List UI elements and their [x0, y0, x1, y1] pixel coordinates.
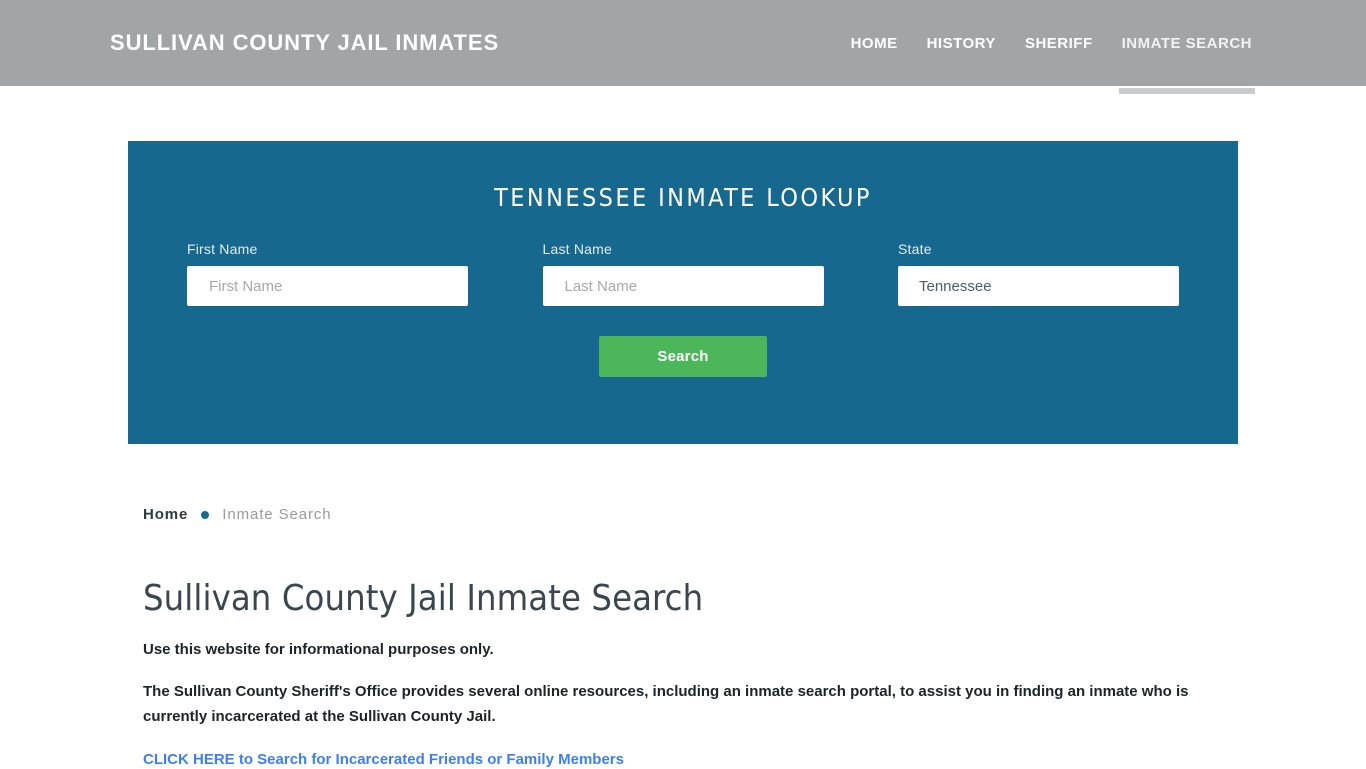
informational-note: Use this website for informational purpo… [143, 641, 494, 658]
nav-item-sheriff[interactable]: Sheriff [1025, 0, 1093, 86]
site-header: Sullivan County Jail Inmates Home Histor… [0, 0, 1366, 94]
state-select[interactable]: Tennessee [898, 266, 1179, 306]
state-field-group: State Tennessee [898, 241, 1179, 306]
search-button[interactable]: Search [599, 336, 767, 377]
site-brand-title: Sullivan County Jail Inmates [110, 30, 500, 55]
lookup-fields-row: First Name Last Name State Tennessee [128, 241, 1238, 306]
lookup-submit-row: Search [128, 336, 1238, 377]
breadcrumb-link-home[interactable]: Home [143, 506, 188, 523]
inmate-lookup-panel: Tennessee Inmate Lookup First Name Last … [128, 141, 1238, 444]
nav-item-inmate-search[interactable]: Inmate Search [1118, 0, 1256, 94]
state-selected-value: Tennessee [919, 277, 992, 295]
page-content: Sullivan County Jail Inmate Search Use t… [143, 578, 1233, 769]
page-title: Sullivan County Jail Inmate Search [143, 578, 704, 619]
main-navigation: Home History Sheriff Inmate Search [851, 0, 1256, 94]
breadcrumb: Home Inmate Search [143, 506, 332, 523]
breadcrumb-current-page: Inmate Search [222, 506, 332, 523]
nav-item-history[interactable]: History [927, 0, 996, 86]
last-name-field-group: Last Name [542, 241, 824, 306]
lookup-panel-title: Tennessee Inmate Lookup [494, 183, 872, 212]
intro-paragraph: The Sullivan County Sheriff's Office pro… [143, 683, 1189, 725]
first-name-field-group: First Name [187, 241, 468, 306]
first-name-input[interactable] [187, 266, 468, 306]
inmate-search-cta-link[interactable]: CLICK HERE to Search for Incarcerated Fr… [143, 751, 624, 768]
last-name-input[interactable] [542, 266, 824, 306]
breadcrumb-separator-dot-icon [201, 510, 210, 519]
first-name-label: First Name [187, 241, 258, 257]
last-name-label: Last Name [542, 241, 612, 257]
state-label: State [898, 241, 932, 257]
nav-item-home[interactable]: Home [851, 0, 898, 86]
